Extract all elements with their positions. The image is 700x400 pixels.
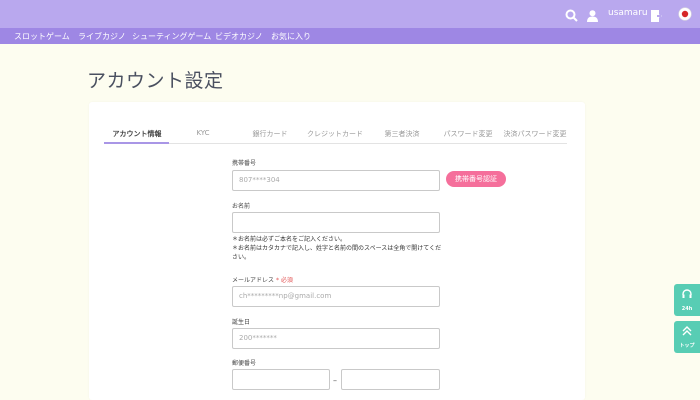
logout-icon[interactable]	[651, 7, 663, 26]
main-nav: スロットゲーム ライブカジノ シューティングゲーム ビデオカジノ お気に入り	[0, 28, 700, 44]
email-label: メールアドレス * 必須	[232, 275, 293, 284]
phone-field[interactable]: 807****304	[232, 170, 440, 191]
postal-code-second-field[interactable]	[341, 369, 440, 390]
nav-item-shooting[interactable]: シューティングゲーム	[132, 31, 211, 42]
birthday-label: 誕生日	[232, 319, 251, 326]
name-note-1: ＊お名前は必ずご本名をご記入ください。	[232, 236, 347, 243]
phone-label: 携帯番号	[232, 160, 257, 167]
email-field[interactable]: ch*********np@gmail.com	[232, 286, 440, 307]
name-label: お名前	[232, 203, 251, 210]
birthday-field[interactable]: 200*******	[232, 328, 440, 349]
headset-icon	[682, 289, 692, 298]
page-title: アカウント設定	[87, 70, 224, 92]
tab-active-indicator	[104, 142, 169, 144]
username[interactable]: usamaru	[608, 8, 648, 18]
nav-item-favorites[interactable]: お気に入り	[271, 31, 311, 42]
search-icon[interactable]	[565, 7, 578, 26]
back-to-top-button[interactable]: トップ	[674, 321, 700, 353]
support-24h-button[interactable]: 24h	[674, 284, 700, 316]
tab-payment-password-change[interactable]: 決済パスワード変更	[496, 129, 574, 139]
name-note-2: ＊お名前はカタカナで記入し、姓字と名前の間のスペースは全角で開けてください。	[232, 245, 442, 261]
email-label-text: メールアドレス	[232, 277, 275, 284]
nav-item-video-casino[interactable]: ビデオカジノ	[215, 31, 263, 42]
top-header: usamaru	[0, 0, 700, 28]
flag-icon[interactable]	[678, 6, 692, 25]
back-to-top-label: トップ	[679, 343, 695, 349]
support-label: 24h	[681, 306, 693, 312]
birthday-value: 200*******	[239, 334, 277, 342]
postal-code-first-field[interactable]	[232, 369, 330, 390]
required-marker: * 必須	[276, 277, 293, 284]
nav-item-live-casino[interactable]: ライブカジノ	[78, 31, 126, 42]
postal-label: 郵便番号	[232, 360, 257, 367]
user-icon[interactable]	[587, 7, 598, 26]
verify-phone-button[interactable]: 携帯番号認証	[446, 171, 506, 187]
name-field[interactable]	[232, 212, 440, 233]
tab-divider	[104, 143, 567, 144]
nav-item-slot[interactable]: スロットゲーム	[14, 31, 70, 42]
postal-separator: –	[333, 376, 337, 385]
email-value: ch*********np@gmail.com	[239, 292, 332, 300]
phone-value: 807****304	[239, 176, 280, 184]
chevron-up-icon	[682, 326, 692, 336]
